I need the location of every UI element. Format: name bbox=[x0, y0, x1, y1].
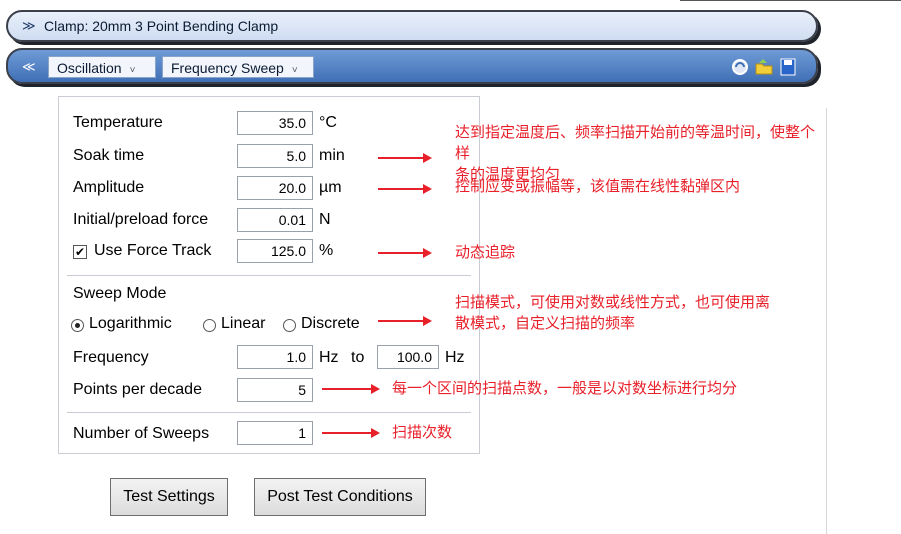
number-of-sweeps-label: Number of Sweeps bbox=[73, 425, 210, 442]
refresh-icon[interactable] bbox=[730, 57, 750, 77]
temperature-input[interactable]: 35.0 bbox=[237, 111, 313, 135]
points-per-decade-input[interactable]: 5 bbox=[237, 378, 313, 402]
temperature-label: Temperature bbox=[73, 114, 163, 131]
preload-force-label: Initial/preload force bbox=[73, 211, 209, 228]
open-folder-icon[interactable] bbox=[754, 57, 774, 77]
frequency-from-input[interactable]: 1.0 bbox=[237, 345, 313, 369]
preload-force-input[interactable]: 0.01 bbox=[237, 208, 313, 232]
test-type-dropdown[interactable]: Oscillation ˅ bbox=[48, 56, 156, 78]
frequency-label: Frequency bbox=[73, 349, 149, 366]
sweep-mode-label: Sweep Mode bbox=[73, 285, 167, 302]
amplitude-arrow bbox=[378, 184, 432, 194]
clamp-bar[interactable]: ≫ Clamp: 20mm 3 Point Bending Clamp bbox=[6, 10, 818, 42]
test-type-value: Oscillation bbox=[57, 60, 122, 76]
logarithmic-label: Logarithmic bbox=[89, 315, 172, 332]
section-divider bbox=[67, 275, 471, 276]
soak-time-label: Soak time bbox=[73, 147, 145, 164]
amplitude-annotation: 控制应变或振幅等，该值需在线性黏弹区内 bbox=[455, 177, 741, 195]
frequency-from-unit: Hz bbox=[319, 349, 339, 366]
test-mode-dropdown[interactable]: Frequency Sweep ˅ bbox=[162, 56, 314, 78]
linear-radio[interactable] bbox=[203, 319, 216, 332]
frequency-to-unit: Hz bbox=[445, 349, 465, 366]
soak-arrow bbox=[378, 153, 432, 163]
sweep-mode-annotation: 扫描模式，可使用对数或线性方式，也可使用离 散模式，自定义扫描的频率 bbox=[455, 292, 825, 334]
clamp-title: Clamp: 20mm 3 Point Bending Clamp bbox=[44, 18, 279, 34]
preload-force-unit: N bbox=[319, 211, 331, 228]
dropdown-arrow-icon: ˅ bbox=[291, 65, 298, 76]
sweep-mode-arrow bbox=[378, 316, 432, 326]
force-track-annotation: 动态追踪 bbox=[455, 243, 516, 261]
test-settings-button[interactable]: Test Settings bbox=[110, 478, 228, 516]
sweeps-arrow bbox=[322, 428, 380, 438]
save-icon[interactable] bbox=[778, 57, 798, 77]
section-divider bbox=[67, 412, 471, 413]
force-track-unit: % bbox=[319, 242, 334, 259]
chevron-double-up-icon[interactable]: ≪ bbox=[22, 59, 36, 75]
sweep-annotation-line-1: 扫描模式，可使用对数或线性方式，也可使用离 bbox=[455, 293, 771, 311]
dropdown-arrow-icon: ˅ bbox=[129, 65, 136, 76]
temperature-unit: °C bbox=[319, 114, 337, 131]
linear-label: Linear bbox=[221, 315, 266, 332]
chevron-double-down-icon[interactable]: ≫ bbox=[22, 18, 36, 34]
amplitude-unit: µm bbox=[319, 179, 342, 196]
logarithmic-radio[interactable] bbox=[71, 319, 84, 332]
use-force-track-checkbox[interactable]: ✔ bbox=[73, 245, 87, 259]
test-mode-value: Frequency Sweep bbox=[171, 60, 284, 76]
points-per-decade-label: Points per decade bbox=[73, 381, 202, 398]
force-track-arrow bbox=[378, 248, 432, 258]
amplitude-input[interactable]: 20.0 bbox=[237, 176, 313, 200]
soak-time-unit: min bbox=[319, 147, 345, 164]
number-of-sweeps-input[interactable]: 1 bbox=[237, 421, 313, 445]
soak-annotation-line-1: 达到指定温度后、频率扫描开始前的等温时间，使整个样 bbox=[455, 123, 816, 162]
points-arrow bbox=[322, 384, 380, 394]
discrete-radio[interactable] bbox=[283, 319, 296, 332]
oscillation-settings-panel: Temperature 35.0 °C Soak time 5.0 min Am… bbox=[58, 96, 480, 454]
sweeps-annotation: 扫描次数 bbox=[392, 423, 453, 441]
use-force-track-label: Use Force Track bbox=[94, 242, 212, 259]
sweep-annotation-line-2: 散模式，自定义扫描的频率 bbox=[455, 314, 636, 332]
soak-time-input[interactable]: 5.0 bbox=[237, 144, 313, 168]
side-divider-line bbox=[826, 108, 827, 534]
frequency-to-label: to bbox=[351, 349, 365, 366]
top-divider-line bbox=[680, 0, 901, 1]
discrete-label: Discrete bbox=[301, 315, 360, 332]
test-mode-bar: ≪ Oscillation ˅ Frequency Sweep ˅ bbox=[6, 48, 818, 84]
frequency-to-input[interactable]: 100.0 bbox=[377, 345, 439, 369]
points-annotation: 每一个区间的扫描点数，一般是以对数坐标进行均分 bbox=[392, 379, 738, 397]
post-test-conditions-button[interactable]: Post Test Conditions bbox=[254, 478, 426, 516]
force-track-input[interactable]: 125.0 bbox=[237, 239, 313, 263]
amplitude-label: Amplitude bbox=[73, 179, 145, 196]
